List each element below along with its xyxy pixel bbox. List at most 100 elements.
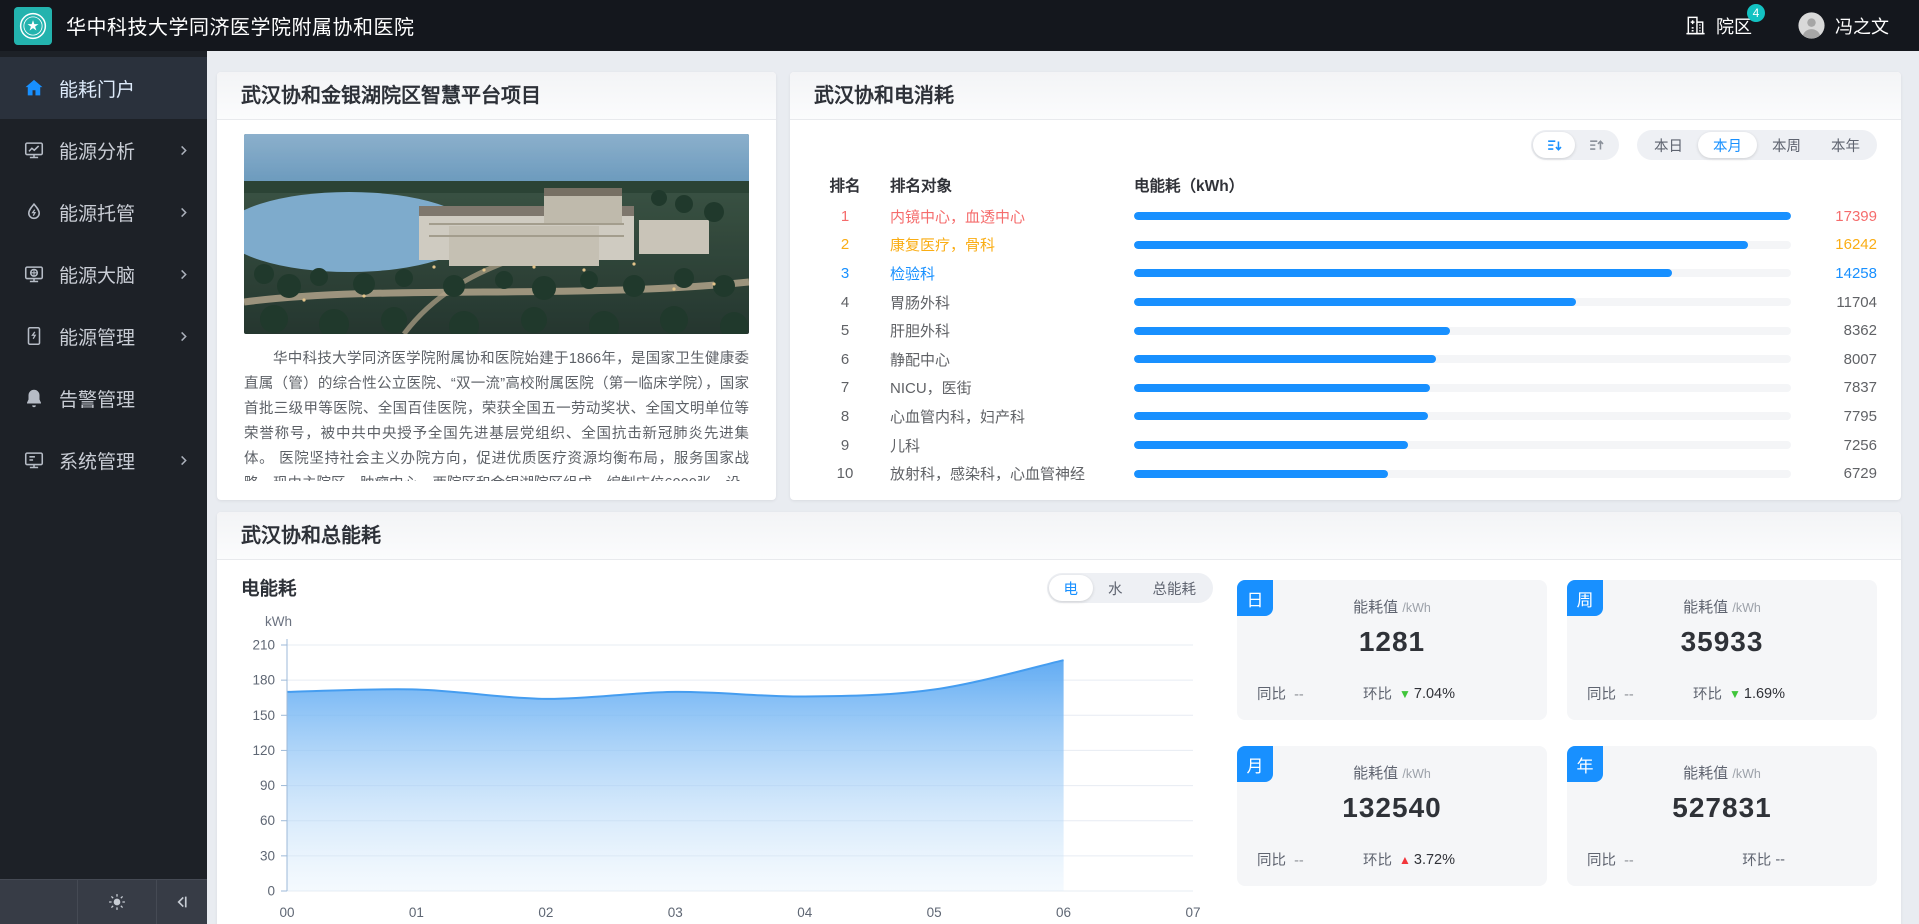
hosting-icon <box>22 200 46 224</box>
campus-label: 院区 <box>1716 13 1752 39</box>
energy-type-tab[interactable]: 电 <box>1049 575 1094 601</box>
rank-bar <box>1134 470 1791 478</box>
time-range-tabs: 本日本月本周本年 <box>1637 130 1877 160</box>
triangle-down-icon: ▼ <box>1399 687 1411 701</box>
y-axis-unit-label: kWh <box>265 614 1213 629</box>
svg-text:00: 00 <box>279 905 294 920</box>
ranking-controls: 本日本月本周本年 <box>814 130 1877 160</box>
svg-text:02: 02 <box>538 905 553 920</box>
svg-text:180: 180 <box>252 673 275 688</box>
svg-text:210: 210 <box>252 638 275 653</box>
rank-number: 3 <box>814 265 876 282</box>
sidebar-item-management[interactable]: 能源管理 <box>0 305 207 367</box>
rank-bar <box>1134 384 1791 392</box>
rank-department: 内镜中心，血透中心 <box>890 206 1120 227</box>
summary-value: 1281 <box>1237 626 1547 658</box>
campus-switcher[interactable]: 院区 4 <box>1684 13 1752 39</box>
ranking-table: 排名 排名对象 电能耗（kWh） 1内镜中心，血透中心173992康复医疗，骨科… <box>814 168 1877 488</box>
rank-bar <box>1134 241 1791 249</box>
rank-value: 14258 <box>1805 265 1877 282</box>
rank-value: 7837 <box>1805 379 1877 396</box>
mom-text: 环比 -- <box>1742 849 1785 870</box>
sidebar-item-portal[interactable]: 能耗门户 <box>0 57 207 119</box>
summary-label: 能耗值 /kWh <box>1237 762 1547 783</box>
ranking-row: 1内镜中心，血透中心17399 <box>814 202 1877 231</box>
range-tab[interactable]: 本日 <box>1639 132 1698 158</box>
rank-number: 7 <box>814 379 876 396</box>
campus-aerial-image <box>244 134 749 334</box>
theme-brightness-button[interactable] <box>78 880 157 924</box>
svg-text:04: 04 <box>797 905 813 920</box>
svg-text:07: 07 <box>1185 905 1200 920</box>
sidebar-item-alarm[interactable]: 告警管理 <box>0 367 207 429</box>
summary-footer: 同比 -- 环比 -- <box>1567 849 1877 870</box>
summary-card-month: 月能耗值 /kWh132540同比 --环比 ▲3.72% <box>1237 746 1547 886</box>
range-tab[interactable]: 本年 <box>1816 132 1875 158</box>
chevron-right-icon <box>176 267 191 282</box>
rank-value: 7795 <box>1805 408 1877 425</box>
rank-number: 8 <box>814 408 876 425</box>
intro-card-title: 武汉协和金银湖院区智慧平台项目 <box>217 72 776 120</box>
sidebar-item-label: 告警管理 <box>59 385 191 412</box>
summary-label: 能耗值 /kWh <box>1567 762 1877 783</box>
chevron-right-icon <box>176 453 191 468</box>
rank-number: 2 <box>814 236 876 253</box>
collapse-sidebar-button[interactable] <box>157 880 207 924</box>
sidebar-item-label: 能源大脑 <box>59 261 176 288</box>
summary-card-year: 年能耗值 /kWh527831同比 --环比 -- <box>1567 746 1877 886</box>
rank-number: 1 <box>814 208 876 225</box>
ranking-row: 3 检验科 14258 <box>814 259 1877 288</box>
period-badge: 日 <box>1237 580 1273 616</box>
rank-number: 6 <box>814 351 876 368</box>
summary-footer: 同比 --环比 ▼7.04% <box>1237 683 1547 704</box>
energy-summary-grid: 日能耗值 /kWh1281同比 --环比 ▼7.04%周能耗值 /kWh3593… <box>1237 580 1877 924</box>
sort-descending-button[interactable] <box>1533 132 1575 158</box>
svg-text:03: 03 <box>668 905 683 920</box>
mom-text: 环比 ▼1.69% <box>1693 683 1785 704</box>
sidebar-item-hosting[interactable]: 能源托管 <box>0 181 207 243</box>
period-badge: 年 <box>1567 746 1603 782</box>
rank-bar <box>1134 269 1791 277</box>
sort-ascending-button[interactable] <box>1575 132 1617 158</box>
rank-department: NICU，医街 <box>890 377 1120 398</box>
summary-card-day: 日能耗值 /kWh 1281 同比 --环比 ▼7.04% <box>1237 580 1547 720</box>
rank-department: 康复医疗，骨科 <box>890 234 1120 255</box>
user-menu[interactable]: 冯之文 <box>1798 12 1889 39</box>
energy-type-tab[interactable]: 总能耗 <box>1138 575 1212 601</box>
sidebar-item-system[interactable]: 系统管理 <box>0 429 207 491</box>
triangle-down-icon: ▼ <box>1729 687 1741 701</box>
sidebar-item-analysis[interactable]: 能源分析 <box>0 119 207 181</box>
alarm-icon <box>22 386 46 410</box>
rank-bar <box>1134 298 1791 306</box>
chevron-right-icon <box>176 143 191 158</box>
energy-type-tab[interactable]: 水 <box>1093 575 1138 601</box>
rank-department: 检验科 <box>890 263 1120 284</box>
avatar-icon <box>1798 12 1825 39</box>
sort-ascending-icon <box>1587 136 1606 155</box>
mom-text: 环比 ▲3.72% <box>1363 849 1455 870</box>
rank-department: 放射科，感染科，心血管神经 <box>890 463 1120 484</box>
sidebar-item-label: 能耗门户 <box>59 75 191 102</box>
sidebar-nav: 能耗门户能源分析能源托管能源大脑能源管理告警管理系统管理 <box>0 51 207 879</box>
yoy-text: 同比 -- <box>1587 683 1634 704</box>
sort-toggle <box>1531 130 1619 160</box>
building-icon <box>1684 14 1707 37</box>
rank-department: 心血管内科，妇产科 <box>890 406 1120 427</box>
range-tab[interactable]: 本周 <box>1757 132 1816 158</box>
sidebar-item-brain[interactable]: 能源大脑 <box>0 243 207 305</box>
col-name: 排名对象 <box>890 174 1120 196</box>
mom-text: 环比 ▼7.04% <box>1363 683 1455 704</box>
rank-department: 肝胆外科 <box>890 320 1120 341</box>
sidebar-item-label: 能源托管 <box>59 199 176 226</box>
summary-label: 能耗值 /kWh <box>1237 596 1547 617</box>
trend-card-title: 武汉协和总能耗 <box>217 512 1901 560</box>
app-root: 华中科技大学同济医学院附属协和医院 院区 4 冯之文 能耗门户能源分析能源托管能… <box>0 0 1919 924</box>
yoy-text: 同比 -- <box>1587 849 1634 870</box>
svg-text:01: 01 <box>409 905 424 920</box>
main-content: 武汉协和金银湖院区智慧平台项目 <box>207 51 1919 924</box>
management-icon <box>22 324 46 348</box>
range-tab[interactable]: 本月 <box>1698 132 1757 158</box>
trend-chart-zone: 电能耗 电水总能耗 kWh 03060901201501802100001020… <box>241 572 1213 924</box>
svg-text:0: 0 <box>267 884 275 899</box>
sidebar-footer-spacer <box>0 880 78 924</box>
